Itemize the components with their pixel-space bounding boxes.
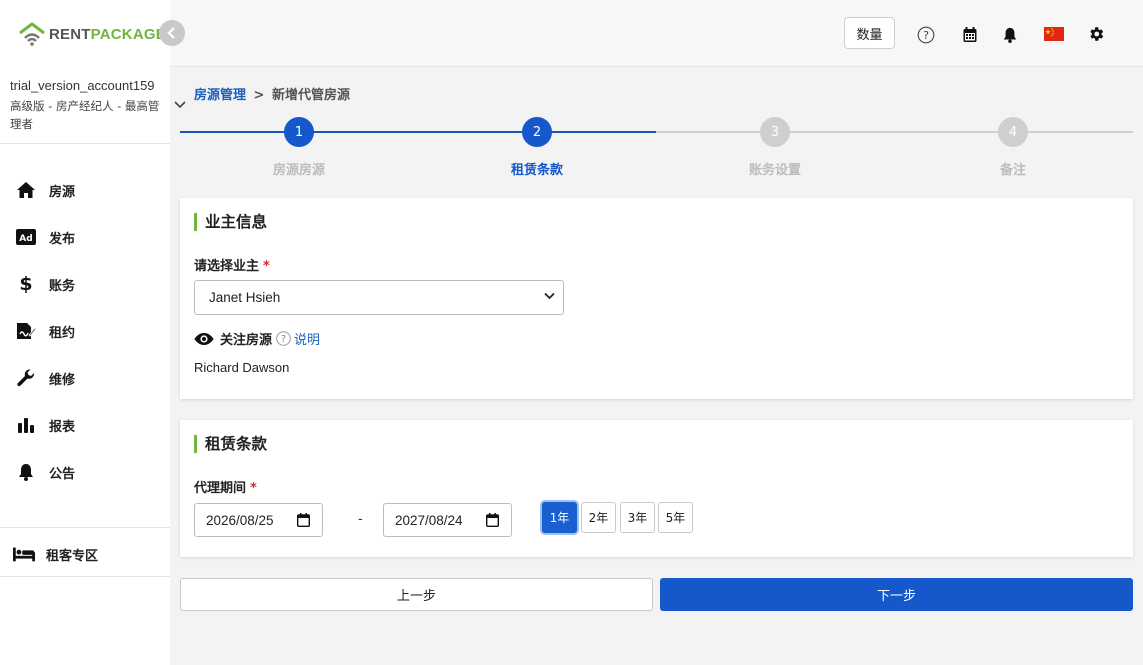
explain-link[interactable]: 说明 [294, 329, 320, 348]
step-1-circle: 1 [284, 117, 314, 147]
collapse-sidebar-button[interactable] [159, 20, 185, 46]
help-icon[interactable]: ? [276, 331, 291, 346]
sidebar-item-lease[interactable]: 租约 [0, 313, 170, 349]
year-option-1[interactable]: 1年 [542, 502, 577, 533]
gear-icon[interactable] [1087, 25, 1105, 47]
account-dropdown-toggle[interactable] [174, 98, 186, 113]
bed-icon [13, 544, 35, 564]
step-1-label: 房源房源 [272, 163, 325, 178]
app-logo[interactable]: RENTPACKAGE [18, 20, 166, 48]
step-progress: 1 房源房源 2 租赁条款 3 账务设置 4 备注 [180, 117, 1133, 178]
account-name: trial_version_account159 [10, 78, 155, 93]
owner-select-label-text: 请选择业主 [194, 259, 260, 274]
account-role: 高级版 - 房产经纪人 - 最高管理者 [10, 99, 160, 131]
sidebar-item-publish[interactable]: Ad 发布 [0, 219, 170, 255]
watch-property-label: 关注房源 [220, 333, 273, 348]
breadcrumb-separator: > [253, 88, 265, 103]
year-option-2[interactable]: 2年 [581, 502, 616, 533]
watch-property-row: 关注房源 ? 说明 [194, 329, 320, 348]
sidebar: RENTPACKAGE trial_version_account159 高级版… [0, 0, 170, 665]
china-flag-icon[interactable] [1044, 27, 1064, 45]
contract-icon [15, 321, 37, 341]
previous-step-button[interactable]: 上一步 [180, 578, 653, 611]
agency-period-label-text: 代理期间 [194, 481, 247, 496]
step-line-completed [180, 131, 656, 133]
bar-chart-icon [15, 415, 37, 435]
step-3-circle: 3 [760, 117, 790, 147]
chevron-down-icon [544, 292, 555, 300]
divider [0, 576, 170, 577]
start-date-input[interactable]: 2026/08/25 [194, 503, 323, 537]
sidebar-item-reports[interactable]: 报表 [0, 407, 170, 443]
owner-card-title: 业主信息 [194, 213, 267, 231]
step-2-label: 租赁条款 [510, 163, 563, 178]
top-bar: 数量 ? [170, 0, 1143, 67]
end-date-value: 2027/08/24 [395, 512, 463, 528]
year-option-5[interactable]: 5年 [658, 502, 693, 533]
step-2-circle: 2 [522, 117, 552, 147]
calendar-icon[interactable] [486, 513, 499, 527]
logo-wifi-house-icon [19, 22, 45, 46]
date-range-separator: - [358, 512, 363, 527]
calendar-icon[interactable] [963, 27, 977, 47]
calendar-icon[interactable] [297, 513, 310, 527]
sidebar-item-label: 公告 [49, 466, 76, 482]
sidebar-item-label: 房源 [49, 184, 76, 200]
breadcrumb-parent-link[interactable]: 房源管理 [194, 88, 246, 103]
help-icon[interactable]: ? [917, 26, 935, 48]
sidebar-item-accounting[interactable]: $ 账务 [0, 266, 170, 302]
watcher-name: Richard Dawson [194, 360, 290, 375]
sidebar-item-label: 维修 [49, 372, 76, 388]
logo-text: RENTPACKAGE [49, 25, 166, 43]
owner-info-card: 业主信息 请选择业主 * Janet Hsieh 关注房源 ? 说明 Richar… [180, 198, 1133, 399]
step-4-circle: 4 [998, 117, 1028, 147]
end-date-input[interactable]: 2027/08/24 [383, 503, 512, 537]
chevron-down-icon [174, 101, 186, 109]
step-3-label: 账务设置 [748, 163, 801, 178]
sidebar-item-maintenance[interactable]: 维修 [0, 360, 170, 396]
sidebar-item-label: 账务 [49, 278, 76, 294]
breadcrumb: 房源管理 > 新增代管房源 [194, 84, 350, 103]
owner-select-label: 请选择业主 * [194, 255, 270, 274]
notification-bell-icon[interactable] [1002, 26, 1018, 48]
owner-select-value: Janet Hsieh [209, 290, 281, 305]
sidebar-item-announcements[interactable]: 公告 [0, 454, 170, 490]
lease-card-title: 租赁条款 [194, 435, 267, 453]
required-mark: * [263, 259, 270, 274]
sidebar-item-properties[interactable]: 房源 [0, 172, 170, 208]
bell-icon [15, 462, 37, 482]
wrench-icon [15, 368, 37, 388]
chevron-left-icon [167, 27, 175, 39]
agency-period-label: 代理期间 * [194, 477, 257, 496]
sidebar-item-tenant-area[interactable]: 租客专区 [0, 536, 170, 572]
step-line-pending [656, 131, 1133, 133]
lease-terms-card: 租赁条款 代理期间 * 2026/08/25 - 2027/08/24 1年 2年… [180, 420, 1133, 557]
start-date-value: 2026/08/25 [206, 512, 274, 528]
sidebar-item-label: 报表 [49, 419, 76, 435]
sidebar-item-label: 租约 [49, 325, 76, 341]
home-icon [15, 180, 37, 200]
next-step-button[interactable]: 下一步 [660, 578, 1133, 611]
required-mark: * [250, 481, 257, 496]
sidebar-item-label: 租客专区 [46, 548, 99, 564]
divider [0, 527, 170, 528]
eye-icon[interactable] [194, 332, 214, 346]
year-option-3[interactable]: 3年 [620, 502, 655, 533]
quantity-button[interactable]: 数量 [844, 17, 895, 49]
svg-text:Ad: Ad [19, 234, 32, 244]
breadcrumb-current: 新增代管房源 [271, 88, 350, 103]
step-4-label: 备注 [999, 163, 1026, 178]
sidebar-item-label: 发布 [49, 231, 76, 247]
owner-select[interactable]: Janet Hsieh [194, 280, 564, 315]
ad-icon: Ad [15, 227, 37, 247]
account-info[interactable]: trial_version_account159 高级版 - 房产经纪人 - 最… [10, 78, 166, 133]
dollar-icon: $ [19, 273, 33, 295]
divider [0, 143, 170, 144]
svg-text:?: ? [923, 29, 929, 42]
svg-text:?: ? [281, 334, 286, 345]
